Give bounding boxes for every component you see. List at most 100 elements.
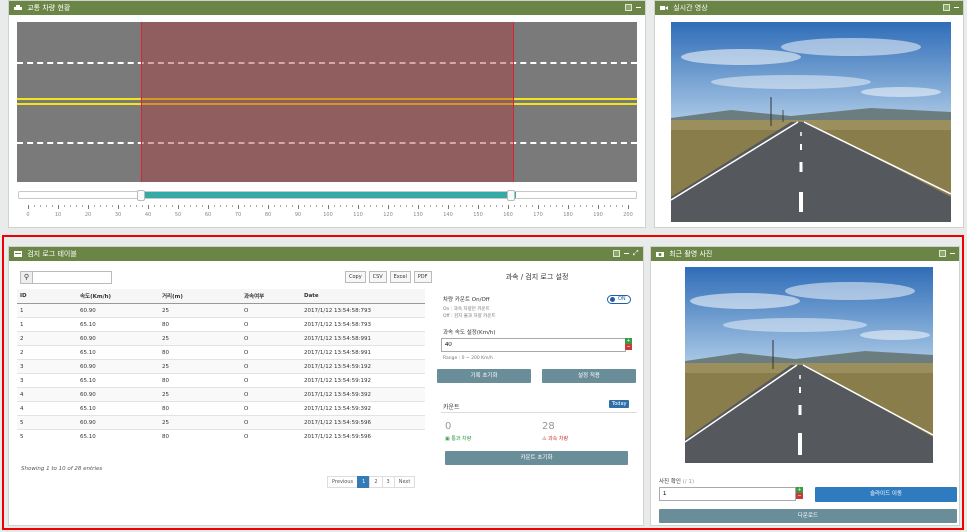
table-row[interactable]: 3 60.90 25 O 2017/1/12 13:54:59:192: [17, 359, 425, 374]
pdf-button[interactable]: PDF: [413, 271, 432, 283]
table-row[interactable]: 3 65.10 80 O 2017/1/12 13:54:59:192: [17, 373, 425, 388]
range-tick-label: 150: [473, 212, 483, 218]
cell-distance: 80: [159, 345, 241, 360]
table-icon: [14, 248, 22, 257]
cell-speed: 60.90: [77, 387, 159, 402]
traffic-status-panel: 교통 차량 현황 0 10 20 30 40 50 60 70 80 90 100 110 120 130…: [8, 0, 646, 228]
table-row[interactable]: 4 65.10 80 O 2017/1/12 13:54:59:392: [17, 401, 425, 416]
cell-distance: 80: [159, 317, 241, 332]
range-minor-tick: [130, 205, 131, 207]
minimize-icon[interactable]: [953, 4, 960, 11]
range-tick-label: 20: [84, 212, 92, 218]
count-reset-button[interactable]: 카운트 초기화: [445, 451, 628, 465]
range-minor-tick: [394, 205, 395, 207]
detection-log-title: 검지 로그 테이블: [27, 250, 77, 258]
table-header-row: ID 속도(Km/h) 거리(m) 과속여부 Date: [17, 289, 425, 304]
table-row[interactable]: 5 65.10 80 O 2017/1/12 13:54:59:596: [17, 429, 425, 444]
slide-move-button[interactable]: 슬라이드 이동: [815, 487, 957, 502]
table-row[interactable]: 2 65.10 80 O 2017/1/12 13:54:58:991: [17, 345, 425, 360]
range-minor-tick: [316, 205, 317, 207]
table-row[interactable]: 4 60.90 25 O 2017/1/12 13:54:59:392: [17, 387, 425, 402]
column-distance[interactable]: 거리(m): [159, 289, 241, 304]
range-minor-tick: [190, 205, 191, 207]
live-video-header: 실시간 영상: [655, 1, 963, 15]
range-slider[interactable]: [18, 190, 637, 201]
table-row[interactable]: 5 60.90 25 O 2017/1/12 13:54:59:596: [17, 415, 425, 430]
counter-toggle[interactable]: ON: [607, 295, 631, 304]
search-box: ⚲: [20, 271, 112, 284]
minimize-icon[interactable]: [623, 250, 630, 257]
column-speed[interactable]: 속도(Km/h): [77, 289, 159, 304]
range-tick-label: 180: [563, 212, 573, 218]
log-reset-button[interactable]: 기록 초기화: [437, 369, 531, 383]
range-tick-label: 200: [623, 212, 633, 218]
range-minor-tick: [142, 205, 143, 207]
cell-id: 3: [17, 373, 77, 388]
csv-button[interactable]: CSV: [368, 271, 387, 283]
column-id[interactable]: ID: [17, 289, 77, 304]
cell-speeding: O: [241, 387, 301, 402]
table-row[interactable]: 1 60.90 25 O 2017/1/12 13:54:58:793: [17, 303, 425, 318]
range-minor-tick: [376, 205, 377, 207]
table-row[interactable]: 1 65.10 80 O 2017/1/12 13:54:58:793: [17, 317, 425, 332]
range-tick-label: 70: [234, 212, 242, 218]
speeding-count: 28: [542, 421, 555, 432]
photo-index-input[interactable]: [659, 487, 796, 501]
collapse-icon[interactable]: [613, 250, 620, 257]
apply-settings-button[interactable]: 설정 적용: [542, 369, 636, 383]
download-button[interactable]: 다운로드: [659, 509, 957, 523]
collapse-icon[interactable]: [939, 250, 946, 257]
cell-distance: 25: [159, 331, 241, 346]
column-speeding[interactable]: 과속여부: [241, 289, 301, 304]
minimize-icon[interactable]: [635, 4, 642, 11]
range-minor-tick: [310, 205, 311, 207]
cell-speeding: O: [241, 415, 301, 430]
range-tick: [238, 205, 239, 209]
table-row[interactable]: 2 60.90 25 O 2017/1/12 13:54:58:991: [17, 331, 425, 346]
search-icon: ⚲: [21, 272, 33, 283]
range-tick-label: 140: [443, 212, 453, 218]
cell-speed: 65.10: [77, 401, 159, 416]
pagination: Previous 1 2 3 Next: [327, 476, 416, 488]
range-handle-min[interactable]: [137, 190, 145, 201]
pagination-previous[interactable]: Previous: [327, 476, 359, 488]
recent-photo-title: 최근 촬영 사진: [669, 250, 713, 258]
copy-button[interactable]: Copy: [345, 271, 366, 283]
range-tick: [448, 205, 449, 209]
cell-speeding: O: [241, 359, 301, 374]
expand-icon[interactable]: ⤢: [633, 250, 640, 257]
cell-speed: 65.10: [77, 345, 159, 360]
range-tick: [58, 205, 59, 209]
cell-speed: 60.90: [77, 415, 159, 430]
normal-count-label: ▣ 통과 차량: [445, 436, 472, 442]
decrement-icon[interactable]: −: [796, 493, 803, 499]
range-minor-tick: [100, 205, 101, 207]
range-tick: [148, 205, 149, 209]
range-minor-tick: [490, 205, 491, 207]
decrement-icon[interactable]: −: [625, 344, 632, 350]
photo-index-stepper[interactable]: + −: [796, 487, 803, 499]
range-minor-tick: [604, 205, 605, 207]
range-minor-tick: [286, 205, 287, 207]
range-tick-label: 190: [593, 212, 603, 218]
excel-button[interactable]: Excel: [389, 271, 411, 283]
search-input[interactable]: [35, 273, 109, 282]
range-minor-tick: [574, 205, 575, 207]
pagination-next[interactable]: Next: [393, 476, 416, 488]
column-date[interactable]: Date: [301, 289, 425, 304]
speed-limit-input[interactable]: [441, 338, 626, 352]
minimize-icon[interactable]: [949, 250, 956, 257]
collapse-icon[interactable]: [625, 4, 632, 11]
toggle-knob: [610, 297, 615, 302]
detection-zone[interactable]: [141, 22, 514, 182]
collapse-icon[interactable]: [943, 4, 950, 11]
speed-stepper[interactable]: + −: [625, 338, 632, 350]
range-tick-label: 120: [383, 212, 393, 218]
cell-speeding: O: [241, 345, 301, 360]
range-minor-tick: [520, 205, 521, 207]
speeding-count-label: ⚠ 과속 차량: [542, 436, 569, 442]
range-handle-max[interactable]: [507, 190, 515, 201]
range-minor-tick: [442, 205, 443, 207]
range-minor-tick: [184, 205, 185, 207]
cell-speeding: O: [241, 317, 301, 332]
